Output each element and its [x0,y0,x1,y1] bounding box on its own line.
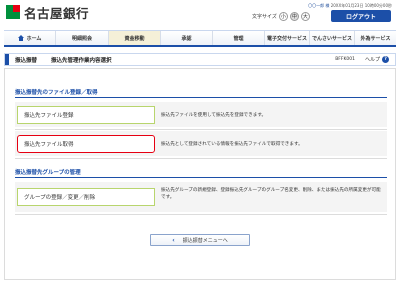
nav-item-e-delivery[interactable]: 電子交付サービス [265,31,310,45]
section-divider [15,177,387,178]
title-accent [5,54,9,65]
screen-code: BFFK001 [335,57,355,62]
nav-item-approval[interactable]: 承認 [161,31,213,45]
content-panel: 振込振替先のファイル登録／取得 振込先ファイル登録 振込先ファイルを使用して振込… [4,68,396,280]
file-download-description: 振込先として登録されている情報を振込先ファイルで取得できます。 [161,142,303,147]
bank-name: 名古屋銀行 [24,5,90,21]
group-manage-button[interactable]: グループの登録／変更／削除 [17,188,155,206]
section-heading-file: 振込振替先のファイル登録／取得 [15,90,98,96]
file-register-button[interactable]: 振込先ファイル登録 [17,106,155,124]
user-info: 〇〇一郎 様 20XX年01月23日 10時00分00秒 [308,3,392,9]
row-divider [15,214,387,215]
last-login: 20XX年01月23日 10時00分00秒 [330,3,392,8]
home-icon [17,35,24,41]
back-button-label: 振込振替メニューへ [182,237,228,244]
bank-logo-icon [6,5,20,19]
nav-item-forex[interactable]: 外為サービス [355,31,396,45]
nav-item-management[interactable]: 管理 [213,31,265,45]
page-title: 振込先管理作業内容選択 [51,57,112,64]
nav-item-densai[interactable]: でんさいサービス [310,31,355,45]
help-link[interactable]: ヘルプ ? [365,56,389,63]
row-divider [15,158,387,159]
group-manage-description: 振込先グループの新規登録、登録振込先グループのグループ名変更、削除、または振込先… [161,188,381,200]
font-size-large-button[interactable]: 大 [300,12,310,21]
help-icon: ? [382,56,389,63]
file-register-description: 振込先ファイルを使用して振込先を登録できます。 [161,113,267,118]
font-size-label: 文字サイズ [252,14,277,20]
row-divider [15,129,387,130]
chevron-left-icon: ‹ [172,236,175,244]
back-to-transfer-menu-button[interactable]: ‹ 振込振替メニューへ [150,234,250,246]
font-size-switcher: 文字サイズ 小 中 大 [252,12,310,21]
section-heading-group: 振込振替先グループの管理 [15,170,81,176]
page-category: 振込振替 [15,57,38,64]
logout-button[interactable]: ログアウト [331,10,391,22]
page-title-bar: 振込振替 振込先管理作業内容選択 BFFK001 ヘルプ ? [4,53,396,66]
font-size-small-button[interactable]: 小 [278,12,288,21]
nav-item-fund-transfer[interactable]: 資金移動 [109,31,161,45]
section-divider [15,97,387,98]
nav-item-label: ホーム [26,35,42,42]
user-name: 〇〇一郎 様 [308,3,330,8]
nav-item-statements[interactable]: 明細照会 [56,31,109,45]
nav-item-home[interactable]: ホーム [4,31,56,45]
global-nav: ホーム 明細照会 資金移動 承認 管理 電子交付サービス でんさいサービス 外為… [4,30,396,47]
help-label: ヘルプ [364,57,380,63]
bank-logo: 名古屋銀行 [6,3,136,21]
font-size-medium-button[interactable]: 中 [289,12,299,21]
file-download-button[interactable]: 振込先ファイル取得 [17,135,155,153]
